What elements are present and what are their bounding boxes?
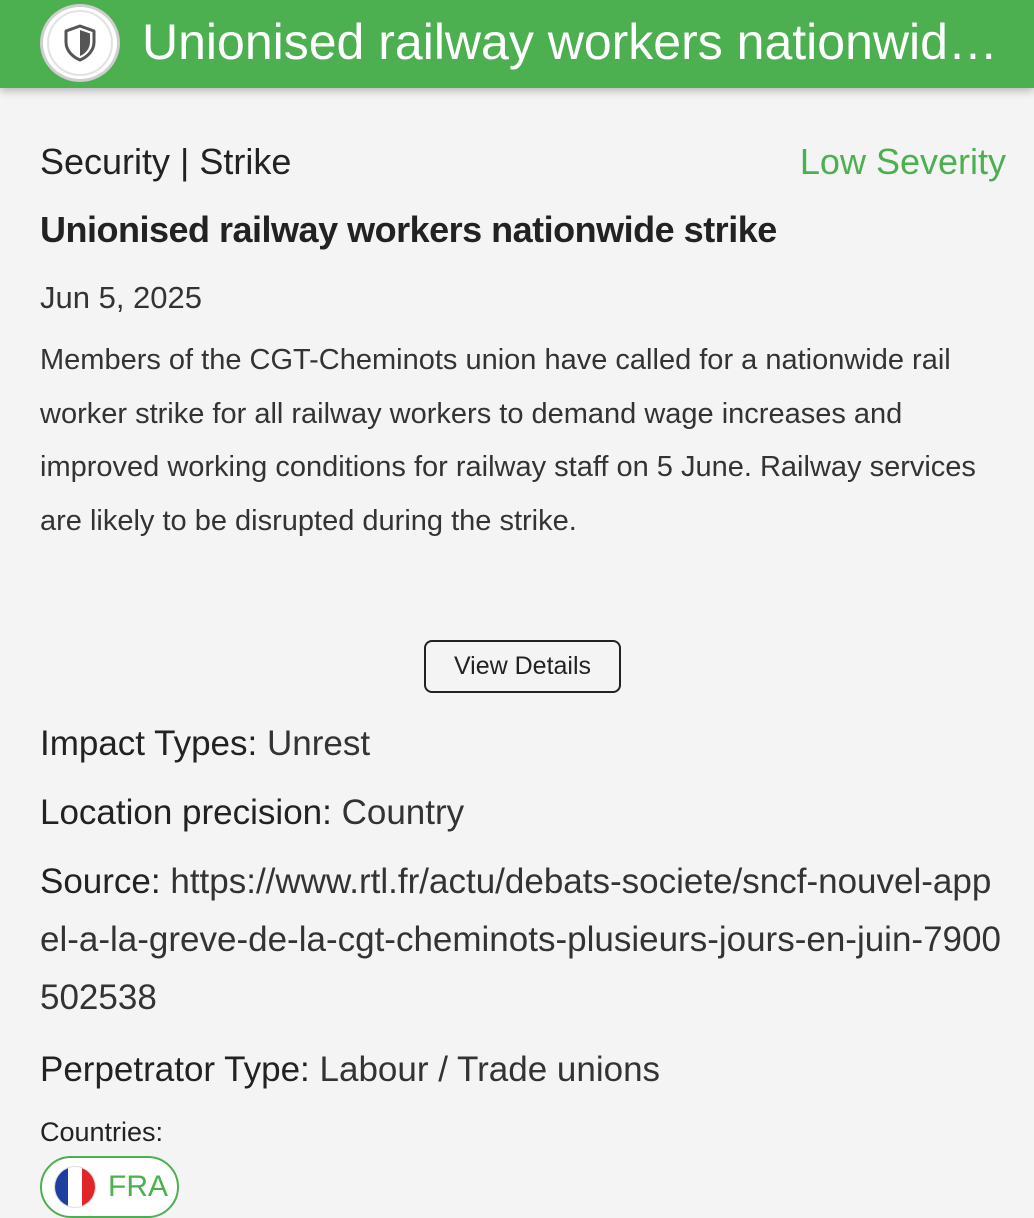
flag-stripe (55, 1167, 69, 1207)
countries-label: Countries: (40, 1117, 164, 1147)
france-flag-icon (54, 1166, 96, 1208)
impact-types-value: Unrest (266, 724, 371, 763)
source-field: Source: https://www.rtl.fr/actu/debats-s… (40, 853, 1006, 1027)
country-code: FRA (108, 1170, 168, 1203)
flag-stripe (68, 1167, 82, 1207)
impact-types-label: Impact Types: (40, 724, 258, 763)
severity-badge: Low Severity (799, 141, 1006, 182)
perpetrator-type-label: Perpetrator Type: (40, 1050, 310, 1089)
impact-types-field: Impact Types: Unrest (40, 715, 1006, 773)
alert-category: Security | Strike (40, 141, 292, 182)
country-chip-fra[interactable]: FRA (40, 1156, 179, 1218)
alert-description: Members of the CGT-Cheminots union have … (40, 344, 976, 537)
perpetrator-type-value: Labour / Trade unions (319, 1050, 661, 1089)
meta-row: Security | Strike Low Severity (40, 140, 1006, 184)
source-link[interactable]: https://www.rtl.fr/actu/debats-societe/s… (40, 862, 1001, 1017)
location-precision-value: Country (341, 793, 465, 832)
source-label: Source: (40, 862, 161, 901)
location-precision-label: Location precision: (40, 793, 332, 832)
view-details-button[interactable]: View Details (424, 640, 621, 693)
perpetrator-type-field: Perpetrator Type: Labour / Trade unions (40, 1041, 1006, 1099)
shield-icon (64, 24, 96, 62)
header-title: Unionised railway workers nationwide str… (142, 14, 1012, 70)
header-bar: Unionised railway workers nationwide str… (0, 0, 1034, 88)
shield-badge[interactable] (40, 4, 120, 82)
alert-title: Unionised railway workers nationwide str… (40, 209, 777, 250)
alert-date: Jun 5, 2025 (40, 280, 203, 315)
flag-stripe (81, 1167, 95, 1207)
location-precision-field: Location precision: Country (40, 784, 1006, 842)
